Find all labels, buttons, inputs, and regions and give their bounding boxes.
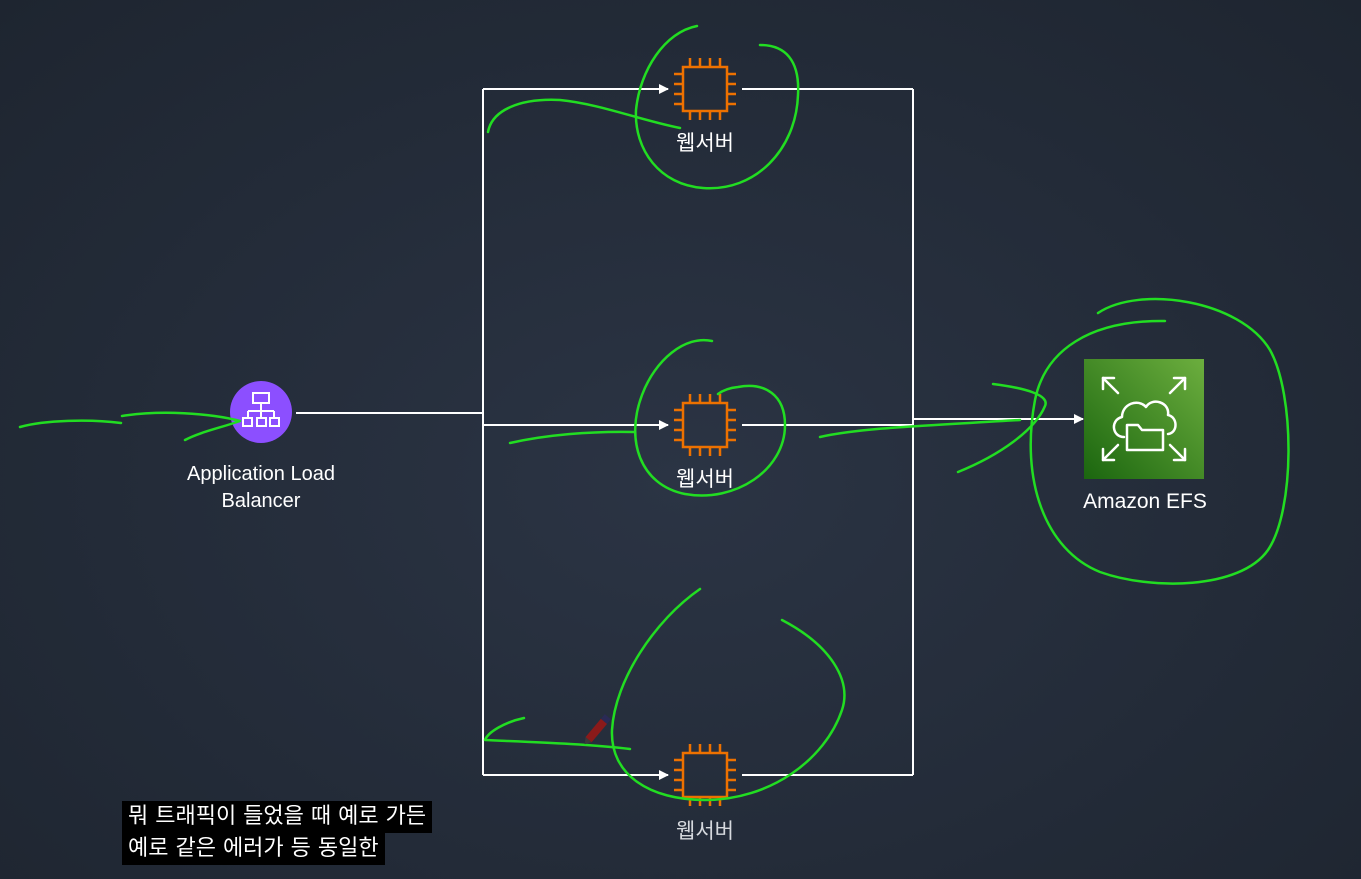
load-balancer-label: Application Load Balancer — [161, 461, 361, 515]
annotation-inbound-stroke — [18, 419, 123, 429]
load-balancer-label-line2: Balancer — [221, 490, 301, 512]
annotation-stroke-to-efs — [818, 418, 1022, 439]
annotation-stroke-web-server-2 — [508, 430, 637, 445]
ec2-instance-icon — [674, 394, 736, 456]
web-server-1-label: 웹서버 — [676, 131, 734, 155]
efs-label: Amazon EFS — [1083, 490, 1207, 513]
efs-icon — [1084, 359, 1204, 479]
ec2-instance-icon — [674, 58, 736, 120]
subtitle-line-1: 뭐 트래픽이 들었을 때 예로 가든 — [122, 801, 433, 833]
annotation-inbound-arrow — [120, 411, 242, 442]
subtitle-line-2: 예로 같은 에러가 등 동일한 — [122, 833, 385, 865]
connectors — [296, 84, 1084, 780]
annotation-circle-web-server-1 — [634, 24, 800, 190]
web-server-3-label: 웹서버 — [676, 819, 734, 843]
ec2-instance-icon — [674, 744, 736, 806]
video-subtitle: 뭐 트래픽이 들었을 때 예로 가든 예로 같은 에러가 등 동일한 — [122, 801, 433, 865]
web-server-2-label: 웹서버 — [676, 467, 734, 491]
pen-cursor-icon — [584, 714, 611, 745]
annotation-stroke-web-server-1 — [486, 98, 682, 134]
load-balancer-label-line1: Application Load — [187, 463, 335, 485]
architecture-diagram: Application Load Balancer 웹서버 웹서버 웹서버 Am… — [0, 0, 1361, 879]
annotation-stroke-web-server-3 — [483, 716, 632, 751]
load-balancer-icon — [230, 381, 292, 443]
